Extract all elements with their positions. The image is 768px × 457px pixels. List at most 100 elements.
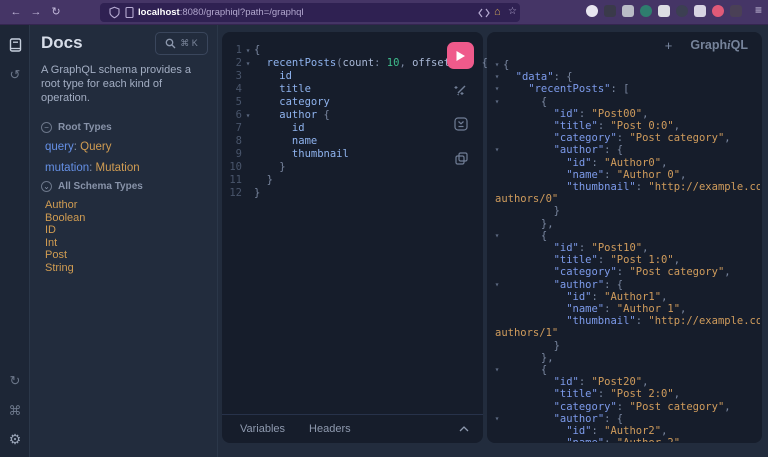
query-code-line[interactable]: 10} [228,161,443,174]
fold-arrow-icon[interactable]: ▾ [491,59,503,71]
code-text: "id": "Post00", [503,108,648,120]
code-text: "thumbnail": "http://example.com/ [503,315,760,327]
prettify-wand-icon [454,83,468,97]
fold-arrow-icon[interactable]: ▾ [491,230,503,242]
extension-icon-8[interactable] [712,5,724,17]
code-text: }, [503,218,554,230]
copy-query-button[interactable] [451,148,471,168]
forward-button[interactable]: → [28,4,44,20]
docs-description: A GraphQL schema provides a root type fo… [41,63,209,105]
schema-type-item[interactable]: String [45,262,85,274]
all-schema-types-section[interactable]: ⌄ All Schema Types [41,181,143,192]
query-code-line[interactable]: 6▾author { [228,109,443,122]
extension-icon-4[interactable] [640,5,652,17]
response-code-line: ▾{ [491,230,760,242]
shield-icon[interactable] [108,6,121,19]
fold-arrow-icon[interactable]: ▾ [491,83,503,95]
collapse-chevron-icon[interactable] [459,426,469,432]
query-code-line[interactable]: 12} [228,187,443,200]
query-code-line[interactable]: 4title [228,83,443,96]
execute-button[interactable] [447,42,474,69]
query-code-line[interactable]: 2▾recentPosts(count: 10, offset: 0) { [228,57,443,70]
page-info-icon[interactable] [123,6,136,19]
fold-arrow-icon[interactable]: ▾ [491,413,503,425]
fold-arrow-icon [242,70,254,83]
root-types-section[interactable]: − Root Types [41,122,112,133]
query-code-line[interactable]: 11} [228,174,443,187]
code-text: "id": "Author1", [503,291,667,303]
command-icon: ⌘ [9,403,22,419]
line-number: 3 [228,70,242,83]
extension-icon-6[interactable] [676,5,688,17]
fold-arrow-icon [242,96,254,109]
response-code-line: ▾"author": { [491,144,760,156]
type-name[interactable]: Mutation [96,162,140,174]
collapse-circle-icon[interactable]: − [41,122,52,133]
query-editor[interactable]: 1▾{2▾recentPosts(count: 10, offset: 0) {… [228,44,443,200]
query-code-line[interactable]: 1▾{ [228,44,443,57]
menu-button[interactable]: ≡ [755,3,762,17]
fold-arrow-icon [491,108,503,120]
query-code-line[interactable]: 5category [228,96,443,109]
query-code-line[interactable]: 9thumbnail [228,148,443,161]
history-plugin-button[interactable]: ↺ [5,65,25,85]
shortcuts-button[interactable]: ⌘ [5,401,25,421]
schema-type-item[interactable]: Author [45,199,85,211]
code-text: authors/0" [495,193,558,205]
field-name[interactable]: query [45,141,74,153]
tab-variables[interactable]: Variables [240,423,285,435]
fold-arrow-icon[interactable]: ▾ [491,71,503,83]
fold-arrow-icon[interactable]: ▾ [491,364,503,376]
fold-arrow-icon [491,303,503,315]
fold-arrow-icon [491,266,503,278]
root-type-mutation[interactable]: mutation: Mutation [45,162,140,174]
extension-icon-9[interactable] [730,5,742,17]
extension-icon-7[interactable] [694,5,706,17]
fold-arrow-icon [491,120,503,132]
bookmark-star-icon[interactable]: ☆ [508,6,521,19]
settings-button[interactable]: ⚙ [5,429,25,449]
extension-icon-1[interactable] [586,5,598,17]
fold-arrow-icon[interactable]: ▾ [491,144,503,156]
reload-button[interactable]: ↻ [48,4,64,20]
docs-plugin-button[interactable] [5,35,25,55]
url-bar[interactable]: localhost:8080/graphiql?path=/graphql ⌂ … [100,3,520,22]
field-name[interactable]: mutation [45,162,89,174]
fold-arrow-icon[interactable]: ▾ [242,109,254,122]
query-code-line[interactable]: 7id [228,122,443,135]
docs-panel: Docs ⌘ K A GraphQL schema provides a roo… [31,25,218,457]
response-code-line: "id": "Author2", [491,425,760,437]
home-icon[interactable]: ⌂ [494,6,507,19]
response-code-line: } [491,340,760,352]
prettify-button[interactable] [451,80,471,100]
extension-icon-2[interactable] [604,5,616,17]
back-button[interactable]: ← [8,4,24,20]
extension-icon-3[interactable] [622,5,634,17]
docs-search-button[interactable]: ⌘ K [155,32,208,55]
schema-type-item[interactable]: ID [45,224,85,236]
merge-fragments-button[interactable] [451,114,471,134]
schema-type-item[interactable]: Post [45,249,85,261]
query-code-line[interactable]: 3id [228,70,443,83]
expand-circle-icon[interactable]: ⌄ [41,181,52,192]
query-editor-panel[interactable]: 1▾{2▾recentPosts(count: 10, offset: 0) {… [222,32,483,443]
fold-arrow-icon[interactable]: ▾ [491,96,503,108]
query-code-line[interactable]: 8name [228,135,443,148]
code-text: "id": "Author0", [503,157,667,169]
type-name[interactable]: Query [80,141,111,153]
editor-footer: Variables Headers [222,414,483,443]
response-code-line: "title": "Post 0:0", [491,120,760,132]
add-tab-button[interactable]: + [665,38,673,53]
fold-arrow-icon[interactable]: ▾ [491,279,503,291]
session-header: + GraphiQL [487,32,762,58]
refetch-schema-button[interactable]: ↻ [5,371,25,391]
extension-icon-5[interactable] [658,5,670,17]
fold-arrow-icon[interactable]: ▾ [242,57,254,70]
root-type-query[interactable]: query: Query [45,141,112,153]
schema-type-item[interactable]: Int [45,237,85,249]
code-text: }, [503,352,554,364]
fold-arrow-icon[interactable]: ▾ [242,44,254,57]
code-devtools-icon[interactable] [478,8,491,21]
schema-type-item[interactable]: Boolean [45,212,85,224]
tab-headers[interactable]: Headers [309,423,351,435]
